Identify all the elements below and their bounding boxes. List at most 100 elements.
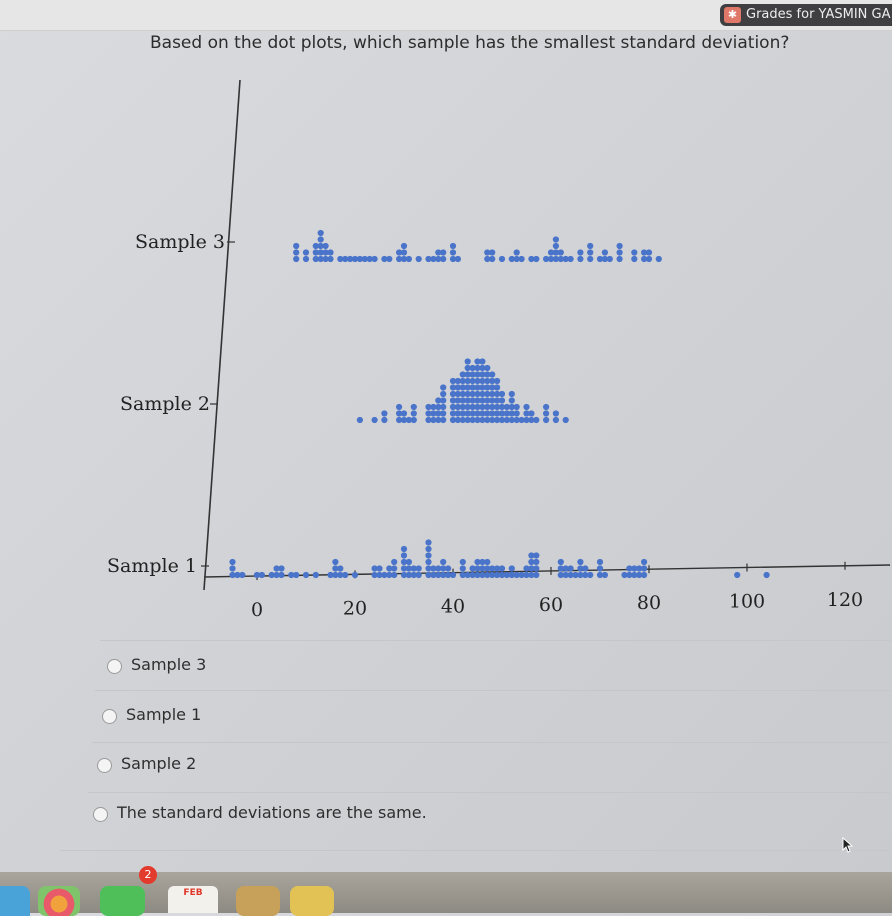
data-dot: [587, 571, 594, 579]
data-dot: [351, 571, 359, 579]
finder-icon[interactable]: [0, 886, 30, 916]
app-icon[interactable]: [236, 886, 280, 916]
data-dot: [489, 255, 496, 263]
calendar-icon[interactable]: FEB: [168, 886, 218, 913]
data-dot: [278, 571, 285, 579]
radio-button[interactable]: [102, 709, 117, 724]
data-dot: [396, 403, 403, 411]
data-dot: [562, 416, 569, 424]
data-dot: [425, 558, 432, 566]
data-dot: [293, 249, 300, 256]
x-tick-label: 0: [251, 599, 263, 621]
choice-divider: [88, 792, 890, 793]
data-dot: [508, 565, 515, 572]
data-dot: [543, 403, 550, 411]
data-dot: [631, 255, 638, 263]
notification-badge: 2: [139, 866, 157, 884]
data-dot: [400, 249, 408, 256]
data-dot: [400, 242, 408, 250]
data-dot: [641, 571, 648, 579]
facetime-icon[interactable]: [100, 886, 145, 916]
data-dot: [533, 255, 540, 263]
data-dot: [229, 558, 236, 566]
data-dot: [239, 571, 246, 579]
choice-divider: [60, 850, 890, 851]
data-dot: [606, 255, 613, 263]
data-dot: [552, 410, 560, 417]
data-dot: [552, 416, 560, 424]
notes-icon[interactable]: [290, 886, 334, 916]
data-dot: [356, 416, 363, 424]
data-dot: [410, 403, 417, 411]
data-dot: [763, 571, 770, 579]
data-dot: [440, 249, 447, 256]
data-dot: [312, 571, 319, 579]
data-dot: [494, 384, 501, 391]
y-axis-line: [203, 79, 241, 591]
data-dot: [601, 249, 609, 256]
data-dot: [577, 558, 584, 566]
data-dot: [278, 565, 285, 572]
data-dot: [371, 255, 378, 263]
data-dot: [508, 390, 515, 398]
data-dot: [641, 558, 648, 566]
data-dot: [513, 403, 520, 411]
data-dot: [302, 249, 310, 256]
data-dot: [371, 416, 378, 424]
data-dot: [410, 416, 417, 424]
radio-button[interactable]: [93, 807, 108, 822]
x-tick-label: 80: [637, 592, 661, 614]
data-dot: [484, 558, 491, 566]
data-dot: [552, 242, 560, 250]
data-dot: [552, 236, 560, 243]
radio-button[interactable]: [97, 758, 112, 773]
data-dot: [440, 397, 447, 404]
data-dot: [293, 242, 300, 250]
data-dot: [454, 255, 461, 263]
data-dot: [440, 558, 447, 566]
data-dot: [317, 236, 324, 243]
x-tick-label: 100: [729, 591, 765, 613]
data-dot: [415, 565, 422, 572]
data-dot: [631, 249, 638, 256]
data-dot: [425, 552, 432, 559]
data-dot: [440, 410, 447, 417]
data-dot: [557, 249, 564, 256]
data-dot: [440, 255, 447, 263]
data-dot: [293, 571, 300, 579]
data-dot: [513, 410, 520, 417]
data-dot: [229, 565, 236, 572]
data-dot: [440, 416, 447, 424]
data-dot: [317, 229, 324, 237]
data-dot: [533, 571, 540, 579]
data-dot: [533, 558, 540, 566]
data-dot: [400, 545, 408, 553]
chart-axes: [201, 79, 891, 591]
data-dot: [440, 384, 447, 391]
y-category-label: Sample 1: [107, 555, 197, 577]
data-dot: [523, 403, 530, 411]
data-dot: [479, 358, 486, 365]
data-dot: [641, 565, 648, 572]
data-dot: [376, 565, 383, 572]
data-dot: [391, 558, 398, 566]
data-dot: [327, 255, 334, 263]
chart-dots: [229, 229, 770, 579]
data-dot: [322, 242, 329, 250]
data-dot: [543, 410, 550, 417]
data-dot: [415, 255, 422, 263]
data-dot: [645, 255, 653, 263]
data-dot: [498, 565, 506, 572]
data-dot: [567, 255, 574, 263]
x-tick-label: 120: [827, 589, 863, 611]
data-dot: [405, 558, 412, 566]
answer-choice-label: Sample 2: [121, 754, 197, 773]
data-dot: [405, 255, 412, 263]
data-dot: [489, 371, 496, 378]
photos-icon[interactable]: [38, 886, 80, 916]
radio-button[interactable]: [107, 659, 122, 674]
data-dot: [518, 255, 525, 263]
answer-choice-label: Sample 1: [126, 705, 202, 724]
data-dot: [577, 255, 584, 263]
data-dot: [498, 390, 506, 398]
